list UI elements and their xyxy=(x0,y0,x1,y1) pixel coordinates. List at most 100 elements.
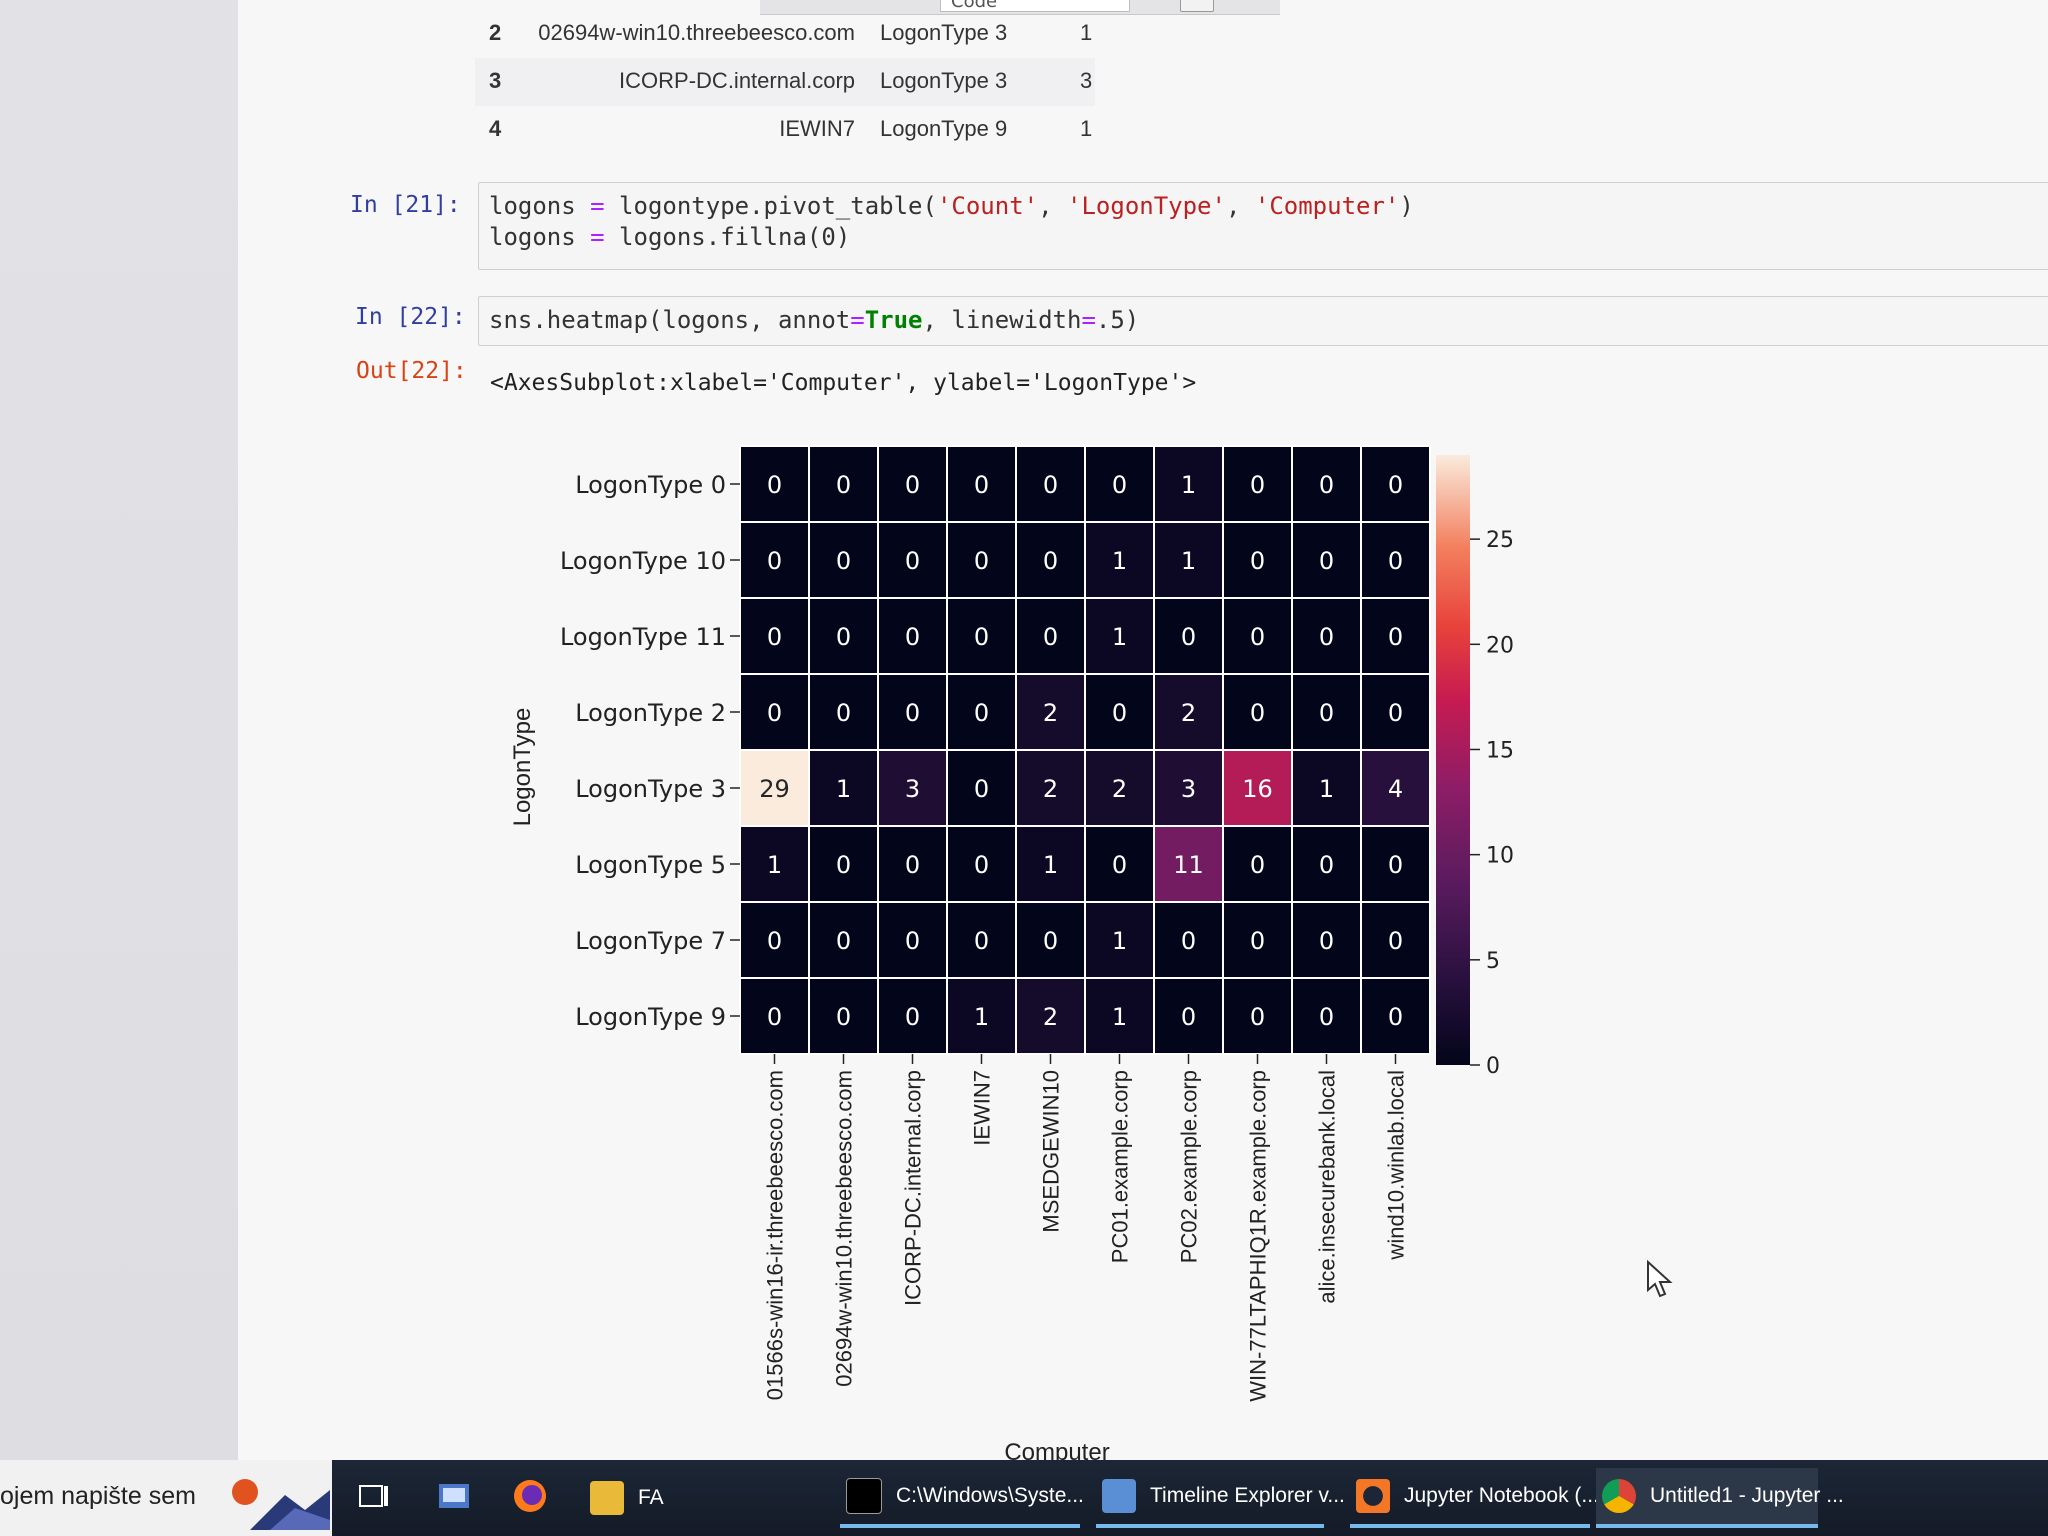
firefox-icon[interactable] xyxy=(512,1478,548,1514)
logon-heatmap: 0 0 0 0 0 0 1 0 0 00 0 0 0 0 1 1 0 0 00 0 0 0 0 1 0 0 0 00 0 0 0 2 0 2 0 0 0… xyxy=(509,445,1514,1460)
column-tick-label: ICORP-DC.internal.corp xyxy=(901,1070,926,1306)
heatmap-cell-label: 2 xyxy=(1043,699,1058,727)
heatmap-cell-label: 4 xyxy=(1388,775,1403,803)
heatmap-cell-label: 0 xyxy=(836,927,851,955)
app-icon[interactable] xyxy=(436,1478,472,1514)
row-tick-label: LogonType 11 xyxy=(560,623,726,651)
heatmap-cell-label: 0 xyxy=(1319,623,1334,651)
heatmap-cell-label: 0 xyxy=(1250,471,1265,499)
heatmap-cell-label: 0 xyxy=(836,623,851,651)
y-axis-label: LogonType xyxy=(509,708,536,827)
colorbar-tick-label: 15 xyxy=(1486,738,1514,763)
timeline-explorer-icon xyxy=(1102,1479,1136,1513)
heatmap-cell-label: 0 xyxy=(1181,927,1196,955)
taskbar-item-timeline[interactable]: Timeline Explorer v... xyxy=(1096,1468,1345,1528)
column-tick-label: 02694w-win10.threebeesco.com xyxy=(832,1070,857,1387)
taskbar: ojem napište sem FA C:\Windows\Syste... … xyxy=(0,1460,2048,1536)
heatmap-cell-label: 0 xyxy=(1043,623,1058,651)
heatmap-cell-label: 0 xyxy=(1250,699,1265,727)
heatmap-cell-label: 0 xyxy=(767,471,782,499)
heatmap-cell-label: 0 xyxy=(1319,927,1334,955)
heatmap-cell-label: 0 xyxy=(905,547,920,575)
heatmap-cell-label: 0 xyxy=(905,623,920,651)
row-tick-label: LogonType 9 xyxy=(575,1003,726,1031)
heatmap-cell-label: 0 xyxy=(905,471,920,499)
taskbar-item-label: Timeline Explorer v... xyxy=(1150,1484,1345,1507)
heatmap-cell-label: 0 xyxy=(1319,547,1334,575)
heatmap-cell-label: 0 xyxy=(1388,927,1403,955)
heatmap-cell-label: 0 xyxy=(1388,1003,1403,1031)
heatmap-cell-label: 0 xyxy=(1388,851,1403,879)
taskbar-item-jupyter[interactable]: Jupyter Notebook (... xyxy=(1350,1468,1599,1528)
mouse-cursor xyxy=(1647,1260,1673,1298)
jupyter-icon xyxy=(1356,1479,1390,1513)
heatmap-cell-label: 0 xyxy=(767,547,782,575)
heatmap-cell-label: 3 xyxy=(1181,775,1196,803)
heatmap-cell-label: 1 xyxy=(1112,927,1127,955)
heatmap-cell-label: 0 xyxy=(1388,699,1403,727)
heatmap-cell-label: 11 xyxy=(1173,851,1204,879)
heatmap-cell-label: 0 xyxy=(974,927,989,955)
colorbar-tick-label: 25 xyxy=(1486,528,1514,553)
heatmap-cell-label: 2 xyxy=(1112,775,1127,803)
heatmap-cell-label: 2 xyxy=(1043,1003,1058,1031)
heatmap-cell-label: 0 xyxy=(767,1003,782,1031)
heatmap-cell-label: 0 xyxy=(974,851,989,879)
heatmap-cell-label: 1 xyxy=(1181,471,1196,499)
heatmap-cell-label: 0 xyxy=(1319,851,1334,879)
heatmap-cell-label: 0 xyxy=(767,623,782,651)
row-tick-label: LogonType 3 xyxy=(575,775,726,803)
heatmap-cell-label: 2 xyxy=(1181,699,1196,727)
heatmap-cell-label: 0 xyxy=(1250,927,1265,955)
heatmap-cell-label: 0 xyxy=(1250,547,1265,575)
heatmap-cell-label: 0 xyxy=(1250,623,1265,651)
heatmap-cell-label: 0 xyxy=(1043,547,1058,575)
colorbar-tick-label: 0 xyxy=(1486,1054,1500,1079)
heatmap-cell-label: 0 xyxy=(905,927,920,955)
column-tick-label: PC02.example.corp xyxy=(1177,1070,1202,1263)
heatmap-cell-label: 0 xyxy=(974,547,989,575)
heatmap-cell-label: 0 xyxy=(1319,699,1334,727)
task-view-icon[interactable] xyxy=(356,1478,392,1514)
row-tick-label: LogonType 5 xyxy=(575,851,726,879)
heatmap-cell-label: 0 xyxy=(836,851,851,879)
column-tick-label: 01566s-win16-ir.threebeesco.com xyxy=(763,1070,788,1400)
heatmap-cell-label: 0 xyxy=(767,699,782,727)
heatmap-cell-label: 29 xyxy=(759,775,790,803)
taskbar-item-label: FA xyxy=(638,1486,664,1509)
taskbar-item-label: Untitled1 - Jupyter ... xyxy=(1650,1484,1844,1507)
heatmap-cell-label: 0 xyxy=(1181,623,1196,651)
taskbar-search[interactable]: ojem napište sem xyxy=(0,1460,332,1536)
heatmap-cell-label: 0 xyxy=(1319,1003,1334,1031)
heatmap-cell-label: 0 xyxy=(836,699,851,727)
heatmap-cell-label: 1 xyxy=(1319,775,1334,803)
heatmap-cell-label: 3 xyxy=(905,775,920,803)
heatmap-cell-label: 0 xyxy=(1043,471,1058,499)
heatmap-cell-label: 1 xyxy=(767,851,782,879)
taskbar-item-fa[interactable]: FA xyxy=(584,1468,814,1528)
heatmap-cell-label: 0 xyxy=(1388,471,1403,499)
row-tick-label: LogonType 2 xyxy=(575,699,726,727)
heatmap-cell-label: 1 xyxy=(974,1003,989,1031)
heatmap-cell-label: 0 xyxy=(767,927,782,955)
heatmap-cell-label: 0 xyxy=(1388,547,1403,575)
heatmap-cell-label: 1 xyxy=(1112,1003,1127,1031)
folder-icon xyxy=(590,1481,624,1515)
taskbar-item-label: Jupyter Notebook (... xyxy=(1404,1484,1599,1507)
heatmap-cell-label: 0 xyxy=(1043,927,1058,955)
heatmap-cell-label: 0 xyxy=(1250,1003,1265,1031)
heatmap-cell-label: 1 xyxy=(1112,623,1127,651)
heatmap-cell-label: 0 xyxy=(1388,623,1403,651)
taskbar-item-label: C:\Windows\Syste... xyxy=(896,1484,1084,1507)
heatmap-cell-label: 0 xyxy=(1112,699,1127,727)
colorbar-tick-label: 10 xyxy=(1486,844,1514,869)
heatmap-cell-label: 0 xyxy=(1112,851,1127,879)
heatmap-cell-label: 1 xyxy=(836,775,851,803)
heatmap-cell-label: 0 xyxy=(836,547,851,575)
taskbar-item-chrome[interactable]: Untitled1 - Jupyter ... xyxy=(1596,1468,1844,1528)
column-tick-label: wind10.winlab.local xyxy=(1384,1070,1409,1261)
colorbar xyxy=(1436,455,1470,1065)
taskbar-item-cmd[interactable]: C:\Windows\Syste... xyxy=(840,1468,1084,1528)
row-tick-label: LogonType 7 xyxy=(575,927,726,955)
colorbar-tick-label: 20 xyxy=(1486,633,1514,658)
